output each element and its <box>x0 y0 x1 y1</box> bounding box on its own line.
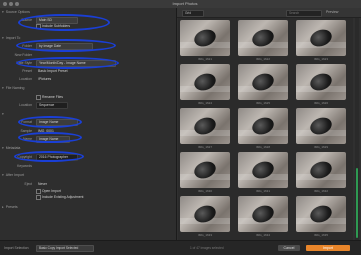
thumbnail-caption: IMG_1630 <box>197 189 212 193</box>
photo-thumbnail[interactable] <box>238 64 288 100</box>
highlight-date-style <box>16 57 119 69</box>
photo-thumbnail[interactable] <box>296 152 346 188</box>
section-after-import[interactable]: ▾ After Import <box>2 173 24 177</box>
disclosure-icon: ▾ <box>2 86 4 90</box>
window-title: Import Photos <box>172 1 198 6</box>
view-select-label: Grid <box>185 11 192 15</box>
disclosure-icon: ▸ <box>2 205 4 209</box>
section-metadata-label: Metadata <box>5 146 21 150</box>
photo-thumbnail[interactable] <box>296 64 346 100</box>
naming-location-label: Location <box>19 103 32 107</box>
highlight-copyright <box>14 151 84 162</box>
toolbar: Grid Search Preview <box>176 8 361 18</box>
location-label: Location <box>19 77 32 81</box>
photo-thumbnail[interactable] <box>238 152 288 188</box>
cancel-button[interactable]: Cancel <box>278 245 300 251</box>
thumbnail-caption: IMG_1631 <box>255 189 270 193</box>
thumbnail-caption: IMG_1632 <box>313 189 328 193</box>
include-adjustment-label: Include Existing Adjustment <box>42 195 84 199</box>
photo-thumbnail[interactable] <box>180 152 230 188</box>
disclosure-icon: ▾ <box>2 173 4 177</box>
photo-thumbnail[interactable] <box>296 196 346 232</box>
photo-thumbnail[interactable] <box>238 196 288 232</box>
eject-value: Never <box>38 182 48 186</box>
thumbnail-caption: IMG_1627 <box>197 145 212 149</box>
section-metadata-sub[interactable]: ▾ <box>2 112 6 116</box>
thumbnail-caption: IMG_1626 <box>313 101 328 105</box>
import-selection-label: Import Selection <box>4 246 29 250</box>
photo-thumbnail[interactable] <box>180 64 230 100</box>
highlight-folder <box>16 39 116 52</box>
section-import[interactable]: ▾ Import To <box>2 36 20 40</box>
section-after-import-label: After Import <box>5 173 25 177</box>
highlight-name <box>18 132 82 143</box>
location-value: /Pictures <box>38 77 52 81</box>
open-import-label: Open Import <box>42 189 61 193</box>
thumbnail-caption: IMG_1633 <box>197 233 212 237</box>
photo-thumbnail[interactable] <box>296 20 346 56</box>
import-window: Import Photos Grid Search Preview ▾ Sourc… <box>0 0 361 255</box>
preview-toggle[interactable]: Preview <box>326 10 338 14</box>
import-button[interactable]: Import <box>306 245 350 251</box>
naming-location-value: Sequence <box>39 103 55 107</box>
photo-thumbnail[interactable] <box>180 108 230 144</box>
rename-files-checkbox[interactable] <box>36 95 41 100</box>
close-window-icon[interactable] <box>3 2 7 6</box>
zoom-window-icon[interactable] <box>15 2 19 6</box>
scrollbar[interactable] <box>355 18 359 240</box>
photo-thumbnail[interactable] <box>238 108 288 144</box>
thumbnail-grid: IMG_1621 IMG_1622 IMG_1623 IMG_1624 IMG_1625… <box>178 18 353 240</box>
photo-thumbnail[interactable] <box>296 108 346 144</box>
thumbnail-caption: IMG_1635 <box>313 233 328 237</box>
section-metadata[interactable]: ▾ Metadata <box>2 146 20 150</box>
thumbnail-caption: IMG_1622 <box>255 57 270 61</box>
section-file-naming[interactable]: ▾ File Naming <box>2 86 24 90</box>
preset-label: Preset <box>22 69 32 73</box>
thumbnail-caption: IMG_1634 <box>255 233 270 237</box>
import-selection-value: Basic Copy Import Selected <box>39 246 79 250</box>
import-selection-select[interactable]: Basic Copy Import Selected <box>36 245 94 252</box>
open-import-checkbox[interactable] <box>36 189 41 194</box>
photo-thumbnail[interactable] <box>180 20 230 56</box>
section-presets[interactable]: ▸ Presets <box>2 205 18 209</box>
include-adjustment-checkbox[interactable] <box>36 195 41 200</box>
options-panel: ▾ Source Options Source Main SD Include S… <box>0 8 177 240</box>
bottom-bar: Import Selection Basic Copy Import Selec… <box>0 240 361 255</box>
disclosure-icon: ▾ <box>2 146 4 150</box>
disclosure-icon: ▾ <box>2 10 4 14</box>
search-placeholder: Search <box>289 11 300 15</box>
thumbnail-caption: IMG_1621 <box>197 57 212 61</box>
section-file-naming-label: File Naming <box>5 86 25 90</box>
disclosure-icon: ▾ <box>2 112 4 116</box>
rename-files-label: Rename Files <box>42 95 63 99</box>
search-input[interactable]: Search <box>286 10 322 17</box>
thumbnail-caption: IMG_1624 <box>197 101 212 105</box>
photo-thumbnail[interactable] <box>180 196 230 232</box>
thumbnail-caption: IMG_1628 <box>255 145 270 149</box>
section-import-label: Import To <box>5 36 21 40</box>
section-source-label: Source Options <box>5 10 30 14</box>
thumbnail-caption: IMG_1625 <box>255 101 270 105</box>
section-source[interactable]: ▾ Source Options <box>2 10 30 14</box>
minimize-window-icon[interactable] <box>9 2 13 6</box>
section-presets-label: Presets <box>5 205 18 209</box>
highlight-source <box>18 14 110 31</box>
selection-count: 1 of 47 images selected <box>190 246 224 250</box>
new-folder-label: New Folder <box>14 53 32 57</box>
view-select[interactable]: Grid <box>182 10 204 17</box>
preset-value: Basic Import Preset <box>38 69 68 73</box>
keywords-label: Keywords <box>17 164 32 168</box>
disclosure-icon: ▾ <box>2 36 4 40</box>
scrollbar-knob[interactable] <box>356 168 358 238</box>
photo-thumbnail[interactable] <box>238 20 288 56</box>
thumbnail-caption: IMG_1623 <box>313 57 328 61</box>
naming-location-field[interactable]: Sequence <box>36 102 68 109</box>
highlight-format <box>18 116 82 128</box>
thumbnail-caption: IMG_1629 <box>313 145 328 149</box>
eject-label: Eject <box>24 182 32 186</box>
